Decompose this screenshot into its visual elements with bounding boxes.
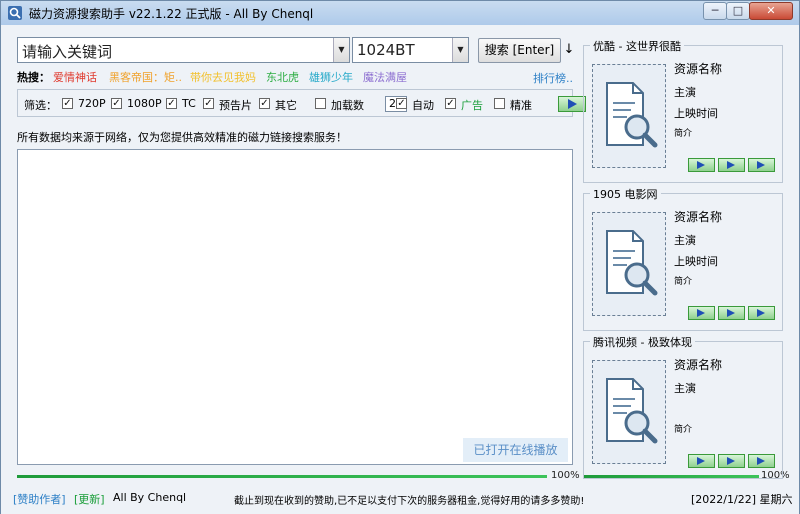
play-icon [727,457,735,465]
filter-tc-checkbox[interactable]: ✓ [166,98,177,109]
resource-name: 资源名称 [674,62,723,76]
filter-1080p-label: 1080P [127,97,162,110]
results-list[interactable] [17,149,573,465]
maximize-button[interactable]: □ [726,2,750,20]
resource-intro: 简介 [674,129,693,139]
sponsor-message: 截止到现在收到的赞助,已不足以支付下次的服务器租金,觉得好用的请多多赞助! [234,496,585,507]
ads-label: 广告 [461,99,483,112]
filter-720p-checkbox[interactable]: ✓ [62,98,73,109]
panel-play-button[interactable] [688,454,715,468]
magnifier-app-icon [8,6,22,20]
resource-date: 上映时间 [674,255,718,268]
panel-play-button[interactable] [748,454,775,468]
resource-date: 上映时间 [674,107,718,120]
title-bar[interactable]: 磁力资源搜索助手 v22.1.22 正式版 - All By Chenql ─ … [1,1,799,25]
panel-title: 1905 电影网 [590,186,661,202]
play-icon [757,457,765,465]
filter-tc-label: TC [182,97,196,110]
auto-label: 自动 [412,99,434,112]
play-icon [697,457,705,465]
filter-play-button[interactable] [558,96,586,112]
keyword-input[interactable]: 请输入关键词 ▼ [17,37,350,63]
update-link[interactable]: [更新] [74,491,105,507]
filter-other-checkbox[interactable]: ✓ [259,98,270,109]
panel-play-button[interactable] [688,158,715,172]
panel-play-button[interactable] [688,306,715,320]
window-title: 磁力资源搜索助手 v22.1.22 正式版 - All By Chenql [29,7,314,21]
ads-checkbox[interactable]: ✓ [445,98,456,109]
close-button[interactable]: ✕ [749,2,793,20]
hot-search-item[interactable]: 东北虎 [266,69,299,85]
hot-search-item[interactable]: 黑客帝国：矩.. [109,69,182,85]
play-icon [757,309,765,317]
filter-trailer-label: 预告片 [219,99,252,112]
site-select-value: 1024BT [357,41,415,59]
filter-720p-label: 720P [78,97,106,110]
panel-play-button[interactable] [718,306,745,320]
poster-placeholder[interactable] [592,64,666,168]
hot-search-item[interactable]: 魔法满屋 [363,69,407,85]
sponsor-link[interactable]: [赞助作者] [13,491,66,507]
poster-placeholder[interactable] [592,360,666,464]
minimize-button[interactable]: ─ [703,2,727,20]
document-search-icon [606,378,658,444]
youku-panel: 优酷 - 这世界很酷 资源名称 主演 上映时间 简介 [583,38,783,183]
load-count-checkbox[interactable] [315,98,326,109]
play-icon [727,309,735,317]
status-bar: [赞助作者] [更新] All By Chenql 截止到现在收到的赞助,已不足… [1,484,799,514]
hot-search-label: 热搜： [17,71,50,84]
sort-button[interactable]: ↓ [562,38,576,63]
play-icon [568,99,577,109]
auto-checkbox[interactable]: ✓ [396,98,407,109]
ranking-link[interactable]: 排行榜.. [533,70,573,86]
panel-play-button[interactable] [748,306,775,320]
hot-search-item[interactable]: 带你去见我妈 [190,69,256,85]
panel-title: 腾讯视频 - 极致体现 [590,334,695,350]
results-progress-label: 100% [551,470,580,481]
document-search-icon [606,230,658,296]
notice-text: 所有数据均来源于网络，仅为您提供高效精准的磁力链接搜索服务！ [17,131,347,144]
keyword-input-value: 请输入关键词 [22,43,113,61]
resource-name: 资源名称 [674,210,723,224]
tencent-panel: 腾讯视频 - 极致体现 资源名称 主演 简介 [583,334,783,479]
resource-actor: 主演 [674,86,696,99]
resource-intro: 简介 [674,277,693,287]
search-button[interactable]: 搜索 [Enter] [478,38,561,63]
panel-play-button[interactable] [718,454,745,468]
resource-name: 资源名称 [674,358,723,372]
site-dropdown-arrow-icon[interactable]: ▼ [452,38,468,62]
filter-bar: 筛选： ✓ 720P ✓ 1080P ✓ TC ✓ 预告片 ✓ 其它 加载数 2… [17,89,586,117]
panel-play-button[interactable] [718,158,745,172]
resource-actor: 主演 [674,382,696,395]
site-select[interactable]: 1024BT ▼ [352,37,469,63]
hot-search-item[interactable]: 雄狮少年 [309,69,353,85]
play-icon [757,161,765,169]
results-progress-bar [17,475,547,478]
filter-label: 筛选： [24,99,57,112]
precise-checkbox[interactable] [494,98,505,109]
document-search-icon [606,82,658,148]
precise-label: 精准 [510,99,532,112]
panel-play-button[interactable] [748,158,775,172]
filter-1080p-checkbox[interactable]: ✓ [111,98,122,109]
play-icon [727,161,735,169]
play-icon [697,161,705,169]
panel-title: 优酷 - 这世界很酷 [590,38,684,54]
resource-intro: 简介 [674,425,693,435]
online-play-button[interactable]: 已打开在线播放 [463,438,568,462]
hot-search-item[interactable]: 爱情神话 [53,69,97,85]
filter-trailer-checkbox[interactable]: ✓ [203,98,214,109]
poster-placeholder[interactable] [592,212,666,316]
app-window: 磁力资源搜索助手 v22.1.22 正式版 - All By Chenql ─ … [0,0,800,514]
date-text: [2022/1/22] 星期六 [691,493,793,506]
m1905-panel: 1905 电影网 资源名称 主演 上映时间 简介 [583,186,783,331]
load-count-label: 加载数 [331,99,364,112]
play-icon [697,309,705,317]
resource-actor: 主演 [674,234,696,247]
keyword-dropdown-arrow-icon[interactable]: ▼ [333,38,349,62]
filter-other-label: 其它 [275,99,297,112]
author-text: All By Chenql [113,491,187,504]
